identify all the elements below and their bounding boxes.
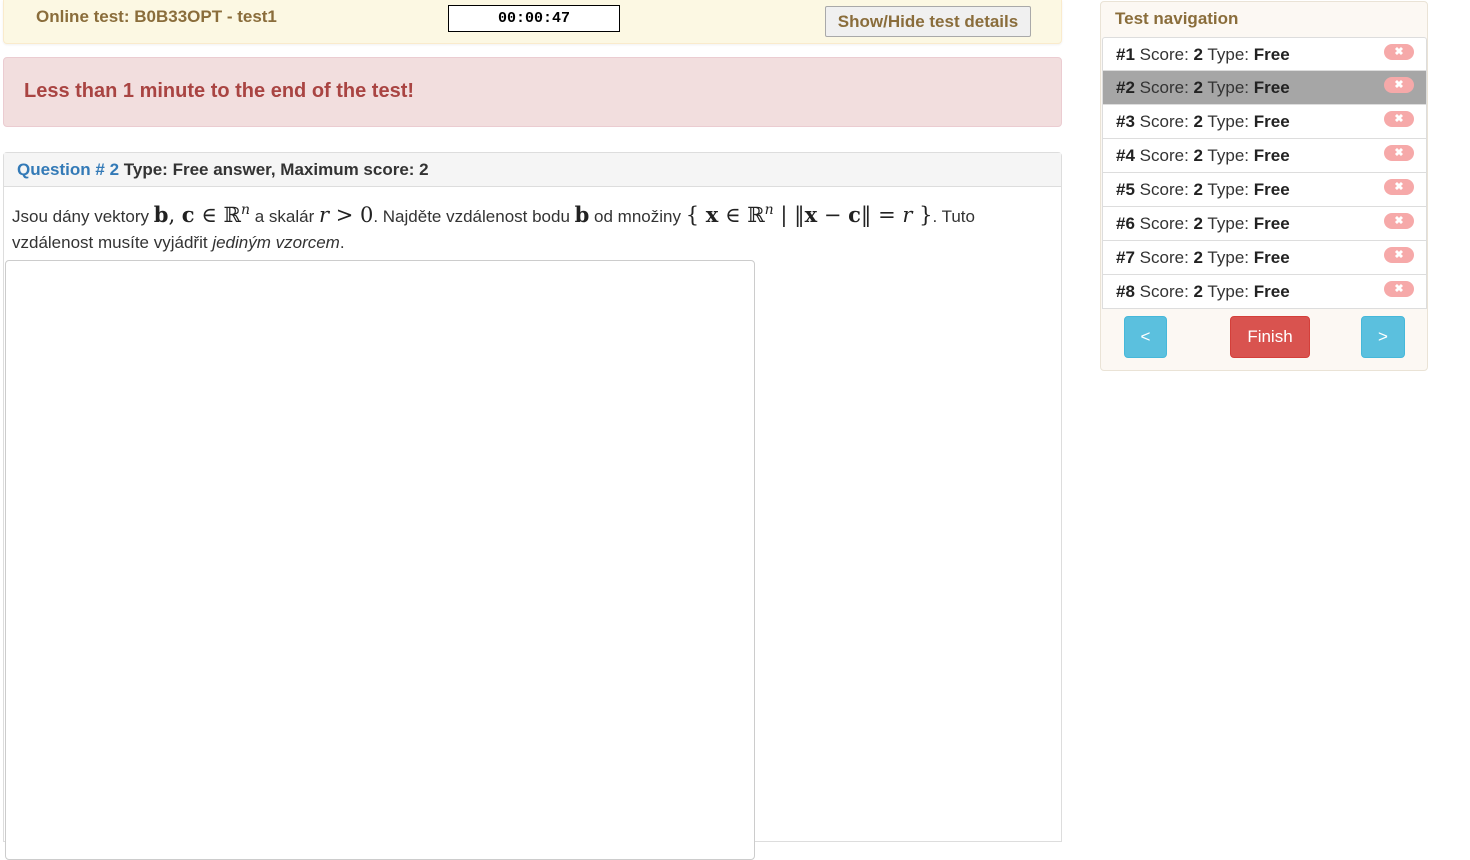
question-text-emphasis: jediným vzorcem <box>212 233 340 252</box>
question-number: Question # 2 <box>17 160 120 179</box>
nav-item-number: #1 <box>1116 45 1135 64</box>
nav-item-number: #4 <box>1116 146 1135 165</box>
math-set-definition: { x ∈ ℝn | ‖x − c‖ = r } <box>685 202 933 227</box>
nav-item-number: #6 <box>1116 214 1135 233</box>
question-panel: Question # 2 Type: Free answer, Maximum … <box>3 152 1062 860</box>
close-icon: ✖ <box>1384 44 1414 60</box>
nav-item-number: #5 <box>1116 180 1135 199</box>
nav-item-score-label: Score: <box>1139 78 1189 97</box>
nav-item-type: Free <box>1253 112 1290 131</box>
nav-item-number: #8 <box>1116 282 1135 301</box>
show-hide-details-button[interactable]: Show/Hide test details <box>825 6 1031 37</box>
nav-item-type-label: Type: <box>1207 45 1250 64</box>
question-meta: Type: Free answer, Maximum score: 2 <box>123 160 429 179</box>
nav-item-score: 2 <box>1193 214 1203 233</box>
nav-item-score: 2 <box>1193 78 1203 97</box>
question-text-part: od množiny <box>589 207 686 226</box>
nav-item-type-label: Type: <box>1207 146 1250 165</box>
test-navigation-panel: Test navigation #1 Score: 2 Type: Free ✖ #… <box>1100 1 1428 371</box>
question-text-part: . Najděte vzdálenost bodu <box>373 207 575 226</box>
time-warning-alert: Less than 1 minute to the end of the tes… <box>3 57 1062 127</box>
nav-item-score: 2 <box>1193 45 1203 64</box>
close-icon: ✖ <box>1384 111 1414 127</box>
finish-test-button[interactable]: Finish <box>1230 316 1310 358</box>
nav-item-score: 2 <box>1193 248 1203 267</box>
question-text-part: . <box>339 233 345 252</box>
question-nav-list: #1 Score: 2 Type: Free ✖ #2 Score: 2 Type:… <box>1102 37 1427 309</box>
nav-item-score-label: Score: <box>1139 214 1189 233</box>
close-icon: ✖ <box>1384 77 1414 93</box>
nav-item-score: 2 <box>1193 282 1203 301</box>
nav-item-score-label: Score: <box>1139 180 1189 199</box>
question-text-part: Jsou dány vektory <box>12 207 154 226</box>
nav-item-type: Free <box>1253 146 1290 165</box>
nav-item-score-label: Score: <box>1139 45 1189 64</box>
close-icon: ✖ <box>1384 247 1414 263</box>
close-icon: ✖ <box>1384 281 1414 297</box>
nav-item-number: #2 <box>1116 78 1135 97</box>
nav-item-number: #3 <box>1116 112 1135 131</box>
test-header-bar: Online test: B0B33OPT - test1 00:00:47 S… <box>3 0 1062 44</box>
nav-item-score-label: Score: <box>1139 282 1189 301</box>
nav-item-type: Free <box>1253 248 1290 267</box>
nav-item-type-label: Type: <box>1207 248 1250 267</box>
nav-item-score-label: Score: <box>1139 112 1189 131</box>
close-icon: ✖ <box>1384 179 1414 195</box>
nav-item-type-label: Type: <box>1207 78 1250 97</box>
math-vectors-b-c: b, c ∈ ℝn <box>153 202 250 227</box>
nav-item-score: 2 <box>1193 146 1203 165</box>
nav-item-type-label: Type: <box>1207 112 1250 131</box>
nav-item-question-8[interactable]: #8 Score: 2 Type: Free ✖ <box>1102 275 1427 309</box>
math-point-b: b <box>574 202 590 227</box>
answer-textarea[interactable] <box>5 260 755 860</box>
close-icon: ✖ <box>1384 145 1414 161</box>
nav-item-score-label: Score: <box>1139 248 1189 267</box>
nav-item-type: Free <box>1253 214 1290 233</box>
question-text-part: a skalár <box>249 207 319 226</box>
nav-item-type-label: Type: <box>1207 180 1250 199</box>
next-question-button[interactable]: > <box>1361 316 1405 358</box>
nav-item-number: #7 <box>1116 248 1135 267</box>
nav-item-question-7[interactable]: #7 Score: 2 Type: Free ✖ <box>1102 241 1427 275</box>
navigation-heading: Test navigation <box>1115 9 1239 28</box>
nav-item-score: 2 <box>1193 180 1203 199</box>
math-scalar-r: r > 0 <box>318 203 374 227</box>
nav-item-type: Free <box>1253 180 1290 199</box>
previous-question-button[interactable]: < <box>1124 316 1167 358</box>
nav-item-question-1[interactable]: #1 Score: 2 Type: Free ✖ <box>1102 37 1427 71</box>
nav-item-type: Free <box>1253 282 1290 301</box>
nav-item-question-5[interactable]: #5 Score: 2 Type: Free ✖ <box>1102 173 1427 207</box>
nav-item-question-2[interactable]: #2 Score: 2 Type: Free ✖ <box>1102 71 1427 105</box>
question-text: Jsou dány vektory b, c ∈ ℝn a skalár r >… <box>12 197 1042 256</box>
test-title: Online test: B0B33OPT - test1 <box>36 7 277 26</box>
nav-item-type-label: Type: <box>1207 214 1250 233</box>
nav-item-score: 2 <box>1193 112 1203 131</box>
time-warning-text: Less than 1 minute to the end of the tes… <box>24 80 415 102</box>
nav-item-type-label: Type: <box>1207 282 1250 301</box>
countdown-timer: 00:00:47 <box>448 5 620 32</box>
question-heading: Question # 2 Type: Free answer, Maximum … <box>4 153 1061 187</box>
nav-item-question-4[interactable]: #4 Score: 2 Type: Free ✖ <box>1102 139 1427 173</box>
nav-item-type: Free <box>1253 78 1290 97</box>
nav-item-type: Free <box>1253 45 1290 64</box>
nav-item-score-label: Score: <box>1139 146 1189 165</box>
nav-item-question-6[interactable]: #6 Score: 2 Type: Free ✖ <box>1102 207 1427 241</box>
nav-item-question-3[interactable]: #3 Score: 2 Type: Free ✖ <box>1102 105 1427 139</box>
close-icon: ✖ <box>1384 213 1414 229</box>
